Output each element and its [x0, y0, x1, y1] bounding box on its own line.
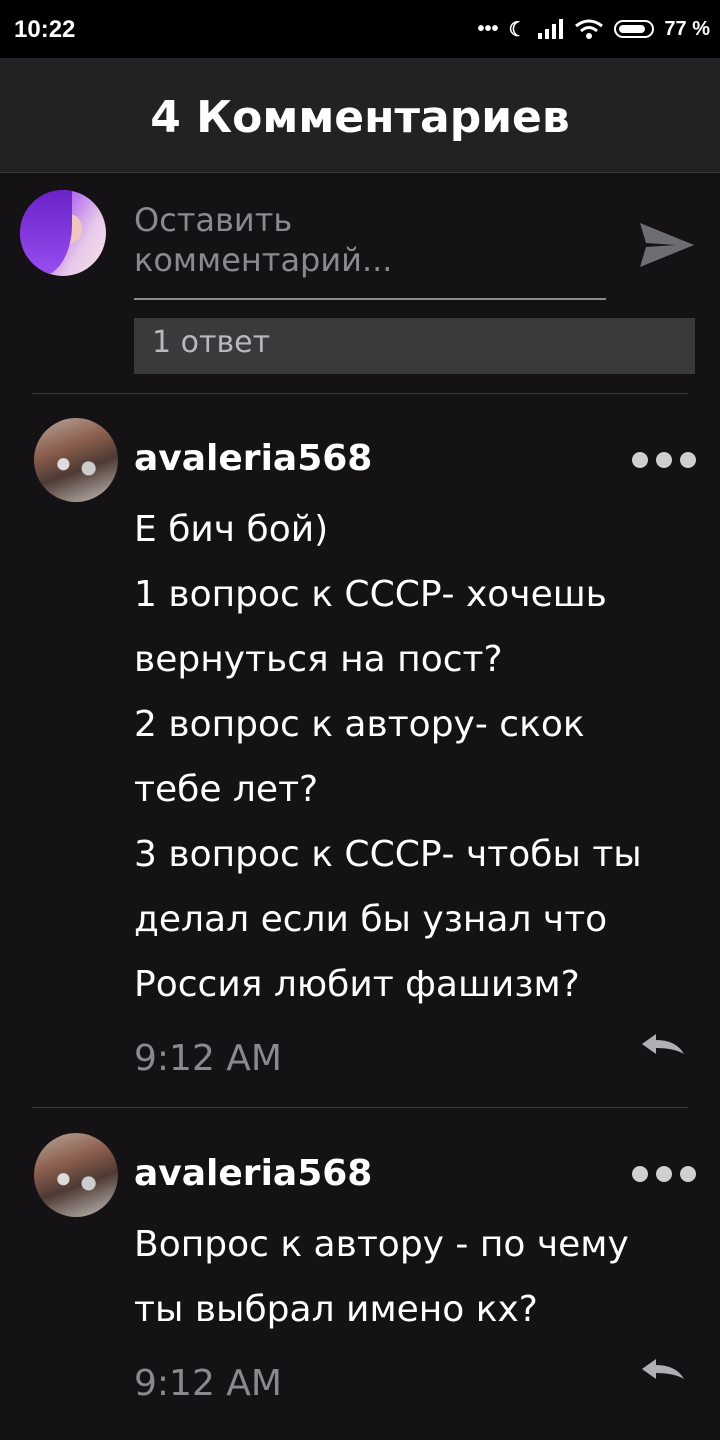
comment-line: делал если бы узнал что [134, 899, 608, 940]
comment-placeholder-line1: Оставить [134, 201, 293, 239]
comment-timestamp: 9:12 AM [134, 1363, 282, 1404]
reply-icon[interactable] [640, 1030, 686, 1060]
status-icons: ••• ☾ 77 % [477, 14, 710, 44]
comment-line: 2 вопрос к автору- скок [134, 704, 585, 745]
battery-percent: 77 % [664, 17, 710, 40]
comment-placeholder-line2: комментарий... [134, 241, 393, 279]
more-options-icon[interactable] [632, 1166, 696, 1182]
comment-line: Россия любит фашизм? [134, 964, 580, 1005]
comment-line: вернуться на пост? [134, 639, 503, 680]
more-options-icon[interactable] [632, 452, 696, 468]
comment-text: Е бич бой) 1 вопрос к СССР- хочешь верну… [134, 497, 704, 1017]
my-avatar[interactable] [20, 190, 106, 276]
user-avatar[interactable] [34, 418, 118, 502]
dots-icon: ••• [477, 17, 499, 40]
comment-line: 3 вопрос к СССР- чтобы ты [134, 834, 642, 875]
comment-line: 1 вопрос к СССР- хочешь [134, 574, 607, 615]
comment-text: Вопрос к автору - по чему ты выбрал имен… [134, 1212, 704, 1342]
comment-username[interactable]: avaleria568 [134, 1153, 372, 1194]
comment-line: ты выбрал имено кх? [134, 1289, 538, 1330]
comment-line: тебе лет? [134, 769, 319, 810]
wifi-icon [575, 19, 604, 39]
moon-icon: ☾ [508, 18, 527, 41]
page-title: 4 Комментариев [150, 92, 570, 143]
comment-username[interactable]: avaleria568 [134, 438, 372, 479]
divider [32, 1107, 688, 1108]
send-icon[interactable] [636, 215, 696, 275]
reply-count-bar[interactable]: 1 ответ [134, 318, 695, 374]
divider [32, 393, 688, 394]
status-time: 10:22 [14, 16, 76, 43]
battery-level [619, 25, 646, 33]
status-bar: 10:22 ••• ☾ 77 % [0, 0, 720, 58]
comment-timestamp: 9:12 AM [134, 1038, 282, 1079]
comment-line: Вопрос к автору - по чему [134, 1224, 629, 1265]
header: 4 Комментариев [0, 58, 720, 173]
signal-icon [538, 19, 564, 39]
avatar-hair [20, 190, 72, 276]
user-avatar[interactable] [34, 1133, 118, 1217]
battery-icon [614, 20, 655, 38]
comment-input[interactable]: Оставить комментарий... [134, 200, 606, 300]
reply-icon[interactable] [640, 1355, 686, 1385]
comment-line: Е бич бой) [134, 509, 329, 550]
